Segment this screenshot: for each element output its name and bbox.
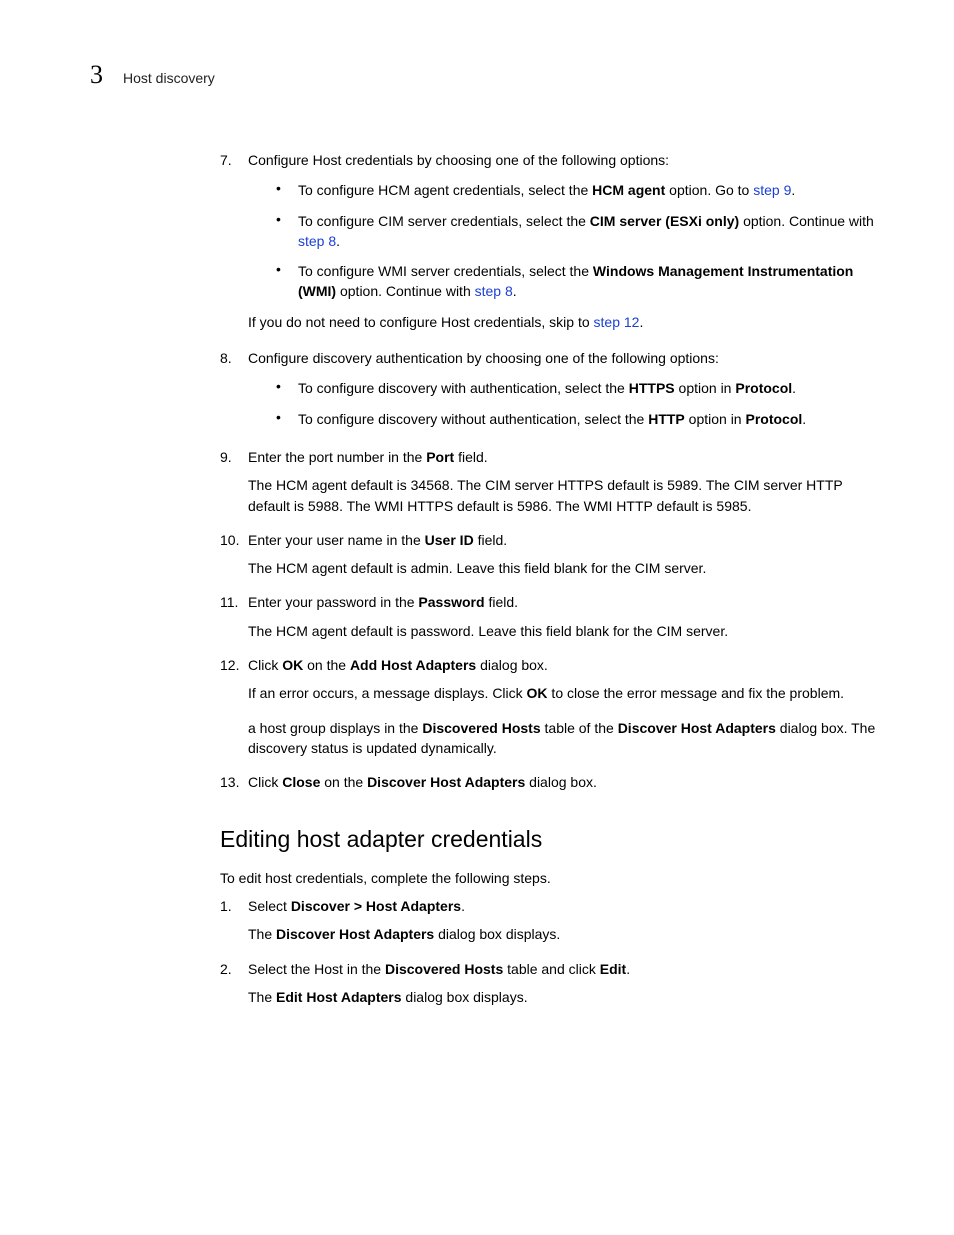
step-body: Enter your password in the Password fiel… <box>248 592 884 612</box>
content-body: 7. Configure Host credentials by choosin… <box>220 150 884 1007</box>
step-body: Select Discover > Host Adapters. <box>248 896 884 916</box>
step-12: 12. Click OK on the Add Host Adapters di… <box>220 655 884 675</box>
note-text: If you do not need to configure Host cre… <box>248 312 884 332</box>
bullet-body: To configure CIM server credentials, sel… <box>298 211 884 252</box>
link-step-8[interactable]: step 8 <box>298 233 336 249</box>
step-number: 8. <box>220 348 248 439</box>
bullet-icon: • <box>276 261 298 302</box>
step-body: Click Close on the Discover Host Adapter… <box>248 772 884 792</box>
step-number: 1. <box>220 896 248 916</box>
step-detail: The HCM agent default is password. Leave… <box>248 621 884 641</box>
page-header: 3 Host discovery <box>90 60 884 90</box>
edit-step-2: 2. Select the Host in the Discovered Hos… <box>220 959 884 979</box>
bullet-icon: • <box>276 180 298 200</box>
bullet-list: • To configure discovery with authentica… <box>248 378 884 429</box>
step-number: 7. <box>220 150 248 340</box>
bullet-item: • To configure CIM server credentials, s… <box>276 211 884 252</box>
step-13: 13. Click Close on the Discover Host Ada… <box>220 772 884 792</box>
bullet-item: • To configure discovery with authentica… <box>276 378 884 398</box>
bullet-item: • To configure HCM agent credentials, se… <box>276 180 884 200</box>
section-intro: To edit host credentials, complete the f… <box>220 868 884 888</box>
step-number: 12. <box>220 655 248 675</box>
step-body: Enter the port number in the Port field. <box>248 447 884 467</box>
bullet-item: • To configure discovery without authent… <box>276 409 884 429</box>
step-number: 9. <box>220 447 248 467</box>
step-detail: If an error occurs, a message displays. … <box>248 683 884 703</box>
step-body: Click OK on the Add Host Adapters dialog… <box>248 655 884 675</box>
step-number: 2. <box>220 959 248 979</box>
step-detail: The HCM agent default is 34568. The CIM … <box>248 475 884 516</box>
step-11: 11. Enter your password in the Password … <box>220 592 884 612</box>
step-body: Enter your user name in the User ID fiel… <box>248 530 884 550</box>
step-body: Select the Host in the Discovered Hosts … <box>248 959 884 979</box>
link-step-8[interactable]: step 8 <box>475 283 513 299</box>
step-9: 9. Enter the port number in the Port fie… <box>220 447 884 467</box>
step-text: Configure Host credentials by choosing o… <box>248 152 669 168</box>
step-7: 7. Configure Host credentials by choosin… <box>220 150 884 340</box>
bullet-icon: • <box>276 409 298 429</box>
step-8: 8. Configure discovery authentication by… <box>220 348 884 439</box>
step-body: Configure discovery authentication by ch… <box>248 348 884 439</box>
bullet-body: To configure HCM agent credentials, sele… <box>298 180 884 200</box>
step-detail: a host group displays in the Discovered … <box>248 718 884 759</box>
link-step-9[interactable]: step 9 <box>753 182 791 198</box>
page: 3 Host discovery 7. Configure Host crede… <box>0 0 954 1081</box>
step-body: Configure Host credentials by choosing o… <box>248 150 884 340</box>
section-heading: Editing host adapter credentials <box>220 823 884 856</box>
step-detail: The Edit Host Adapters dialog box displa… <box>248 987 884 1007</box>
step-number: 11. <box>220 592 248 612</box>
step-detail: The HCM agent default is admin. Leave th… <box>248 558 884 578</box>
bullet-body: To configure discovery with authenticati… <box>298 378 884 398</box>
link-step-12[interactable]: step 12 <box>594 314 640 330</box>
chapter-number: 3 <box>90 60 103 90</box>
chapter-title: Host discovery <box>123 70 215 86</box>
step-number: 13. <box>220 772 248 792</box>
bullet-body: To configure discovery without authentic… <box>298 409 884 429</box>
bullet-body: To configure WMI server credentials, sel… <box>298 261 884 302</box>
step-text: Configure discovery authentication by ch… <box>248 350 719 366</box>
bullet-list: • To configure HCM agent credentials, se… <box>248 180 884 301</box>
bullet-item: • To configure WMI server credentials, s… <box>276 261 884 302</box>
edit-step-1: 1. Select Discover > Host Adapters. <box>220 896 884 916</box>
step-detail: The Discover Host Adapters dialog box di… <box>248 924 884 944</box>
bullet-icon: • <box>276 211 298 252</box>
step-number: 10. <box>220 530 248 550</box>
step-10: 10. Enter your user name in the User ID … <box>220 530 884 550</box>
bullet-icon: • <box>276 378 298 398</box>
